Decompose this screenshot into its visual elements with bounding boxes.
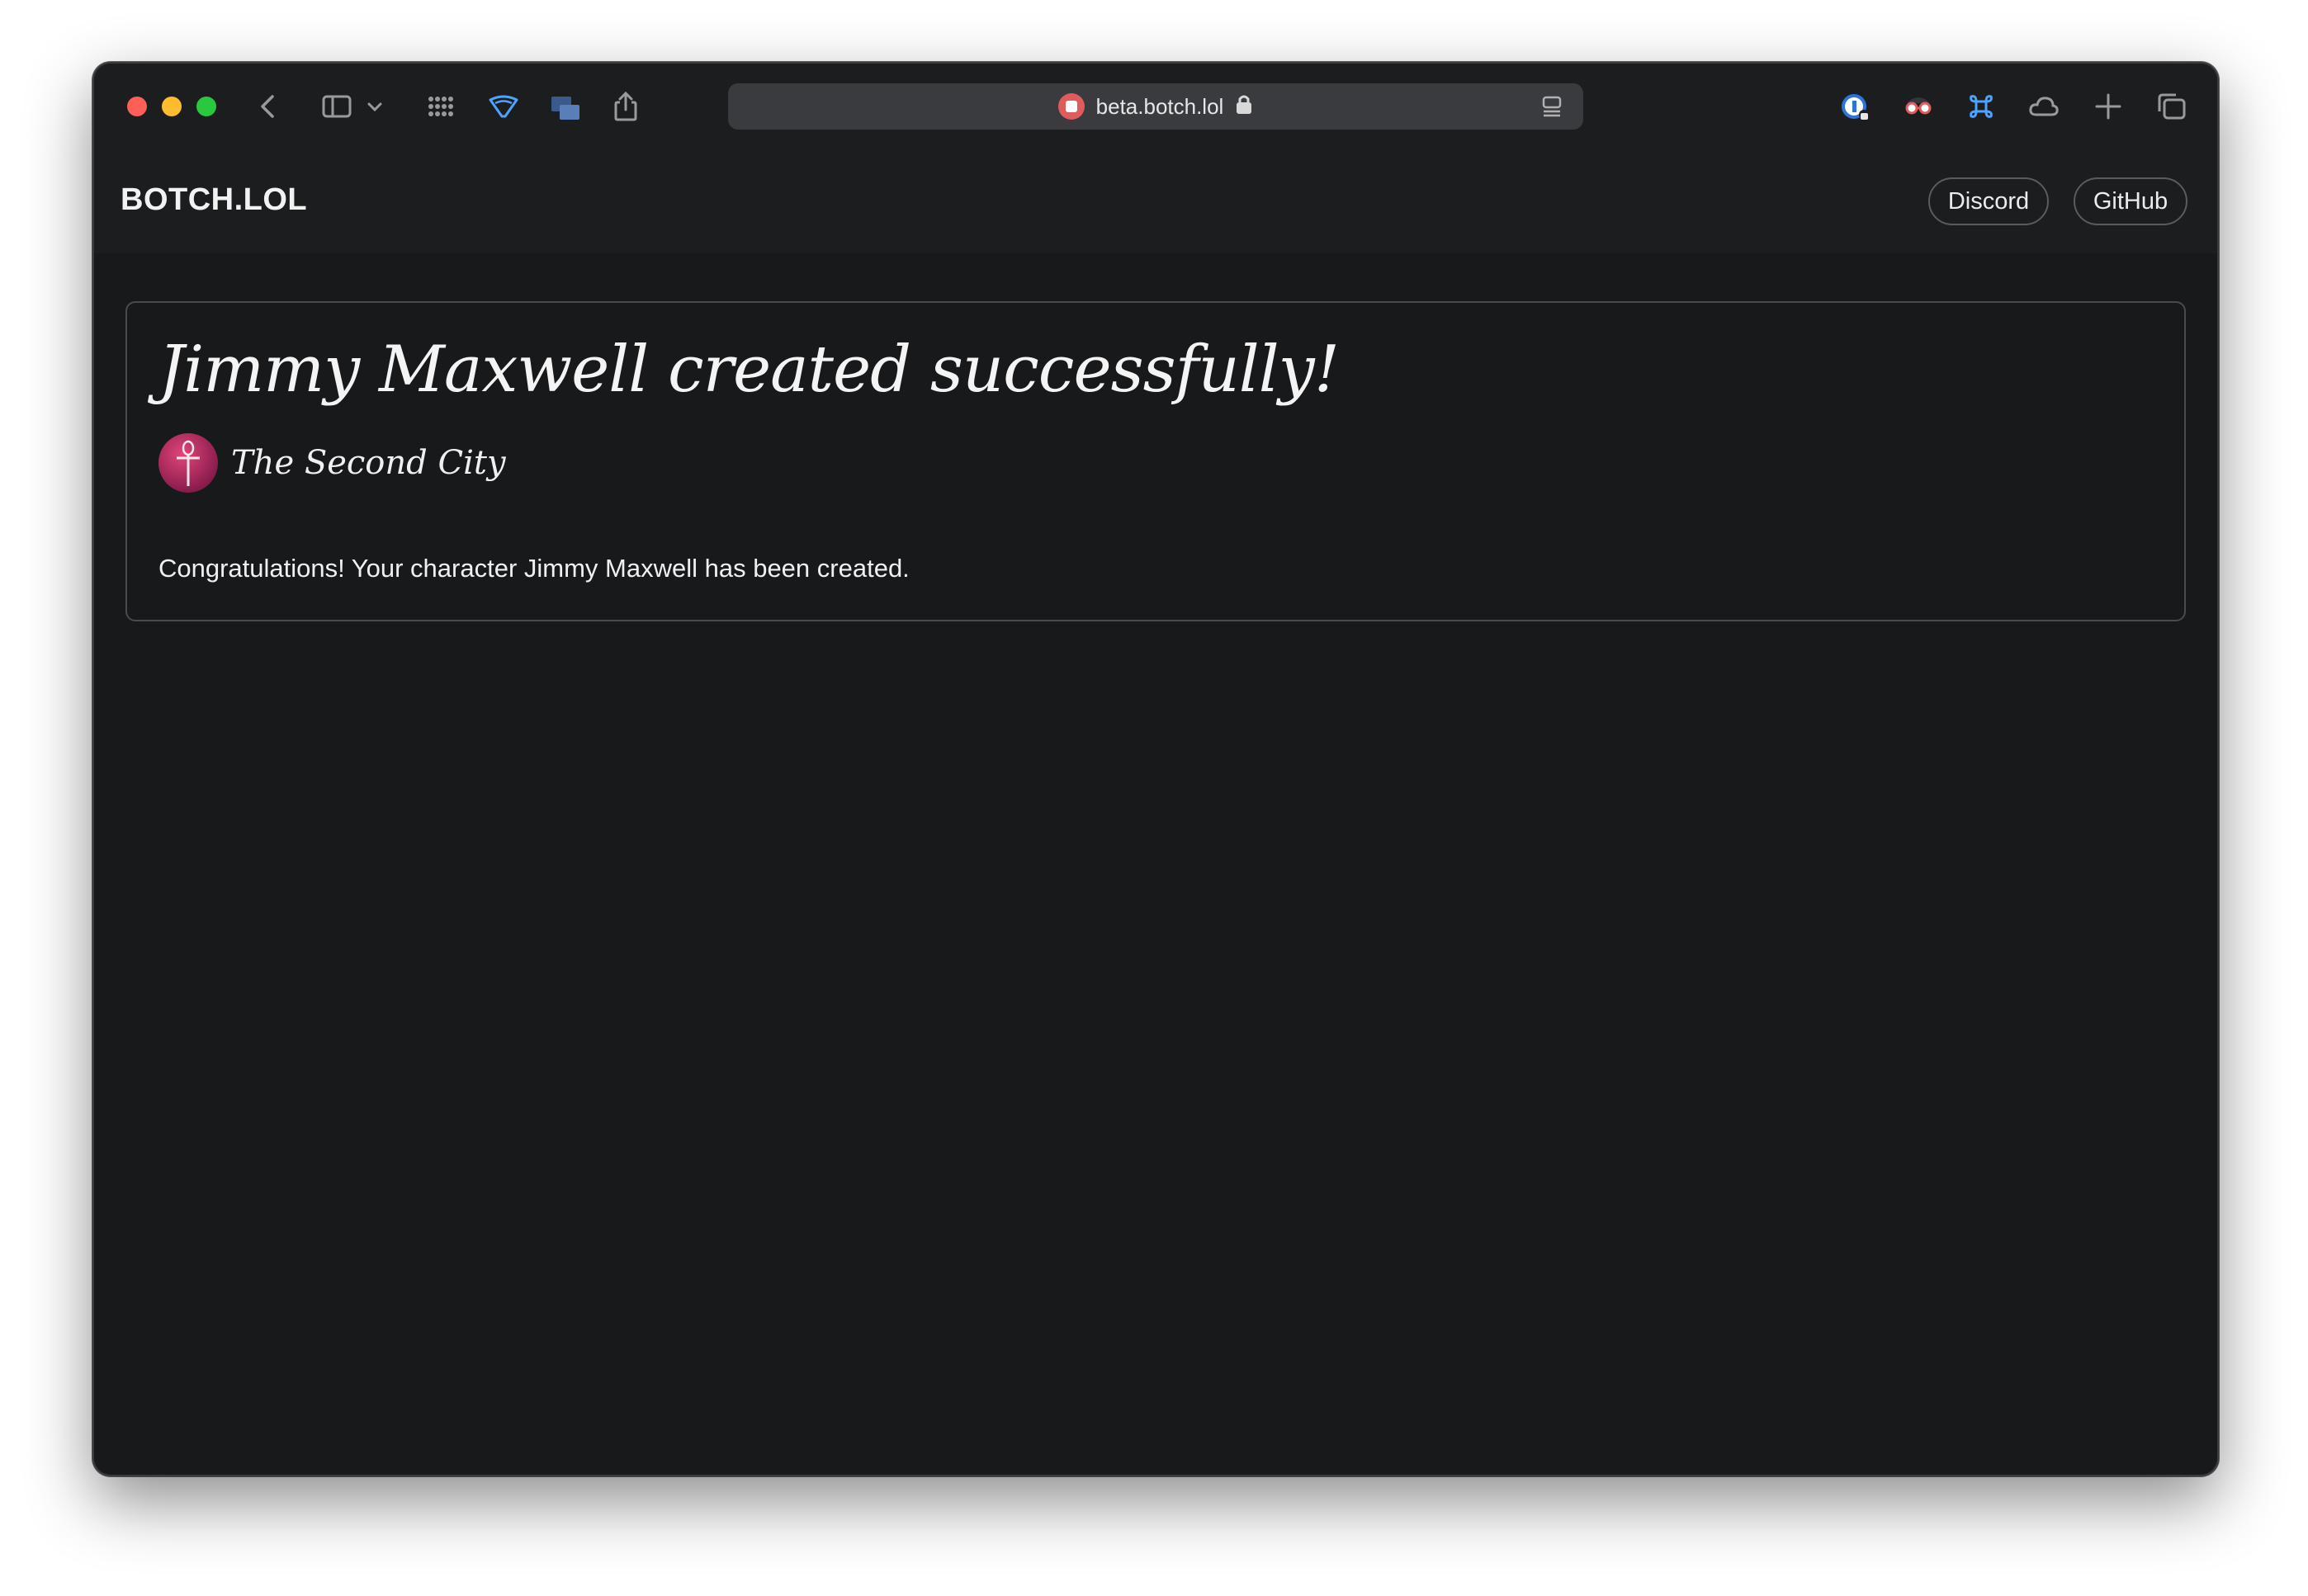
shield-icon[interactable]: [485, 88, 522, 125]
cloud-icon[interactable]: [2026, 88, 2062, 125]
github-button[interactable]: GitHub: [2074, 177, 2187, 225]
site-logo[interactable]: BOTCH.LOL: [121, 182, 307, 218]
site-favicon-icon: [1057, 93, 1085, 120]
clan-row: The Second City: [158, 433, 506, 493]
clan-logo-icon: [158, 433, 218, 493]
tab-overview-icon[interactable]: [546, 88, 583, 125]
new-tab-icon[interactable]: [2090, 88, 2126, 125]
close-window-button[interactable]: [127, 97, 147, 116]
sidebar-icon[interactable]: [319, 88, 355, 125]
url-text: beta.botch.lol: [1095, 93, 1224, 119]
page-title: Jimmy Maxwell created successfully!: [158, 333, 1340, 407]
command-icon[interactable]: [1963, 88, 1999, 125]
tabs-icon[interactable]: [2153, 88, 2189, 125]
success-card: Jimmy Maxwell created successfully! The …: [125, 301, 2186, 621]
clan-name: The Second City: [231, 444, 506, 482]
chevron-down-icon[interactable]: [363, 88, 386, 125]
password-icon[interactable]: [1837, 88, 1874, 125]
discord-button[interactable]: Discord: [1928, 177, 2049, 225]
site-header: BOTCH.LOL Discord GitHub: [94, 149, 2217, 253]
lock-icon: [1235, 93, 1253, 120]
share-icon[interactable]: [608, 88, 644, 125]
maximize-window-button[interactable]: [196, 97, 216, 116]
reader-mode-icon[interactable]: [1539, 93, 1565, 125]
back-icon[interactable]: [251, 88, 287, 125]
success-message: Congratulations! Your character Jimmy Ma…: [158, 554, 910, 583]
traffic-lights: [127, 97, 216, 116]
browser-toolbar: beta.botch.lol: [94, 64, 2217, 149]
address-bar[interactable]: beta.botch.lol: [728, 83, 1583, 130]
minimize-window-button[interactable]: [162, 97, 182, 116]
spy-icon[interactable]: [1900, 88, 1937, 125]
grid-icon[interactable]: [423, 88, 459, 125]
browser-window: beta.botch.lol BOTCH.LOL Discord GitHub …: [92, 62, 2219, 1476]
